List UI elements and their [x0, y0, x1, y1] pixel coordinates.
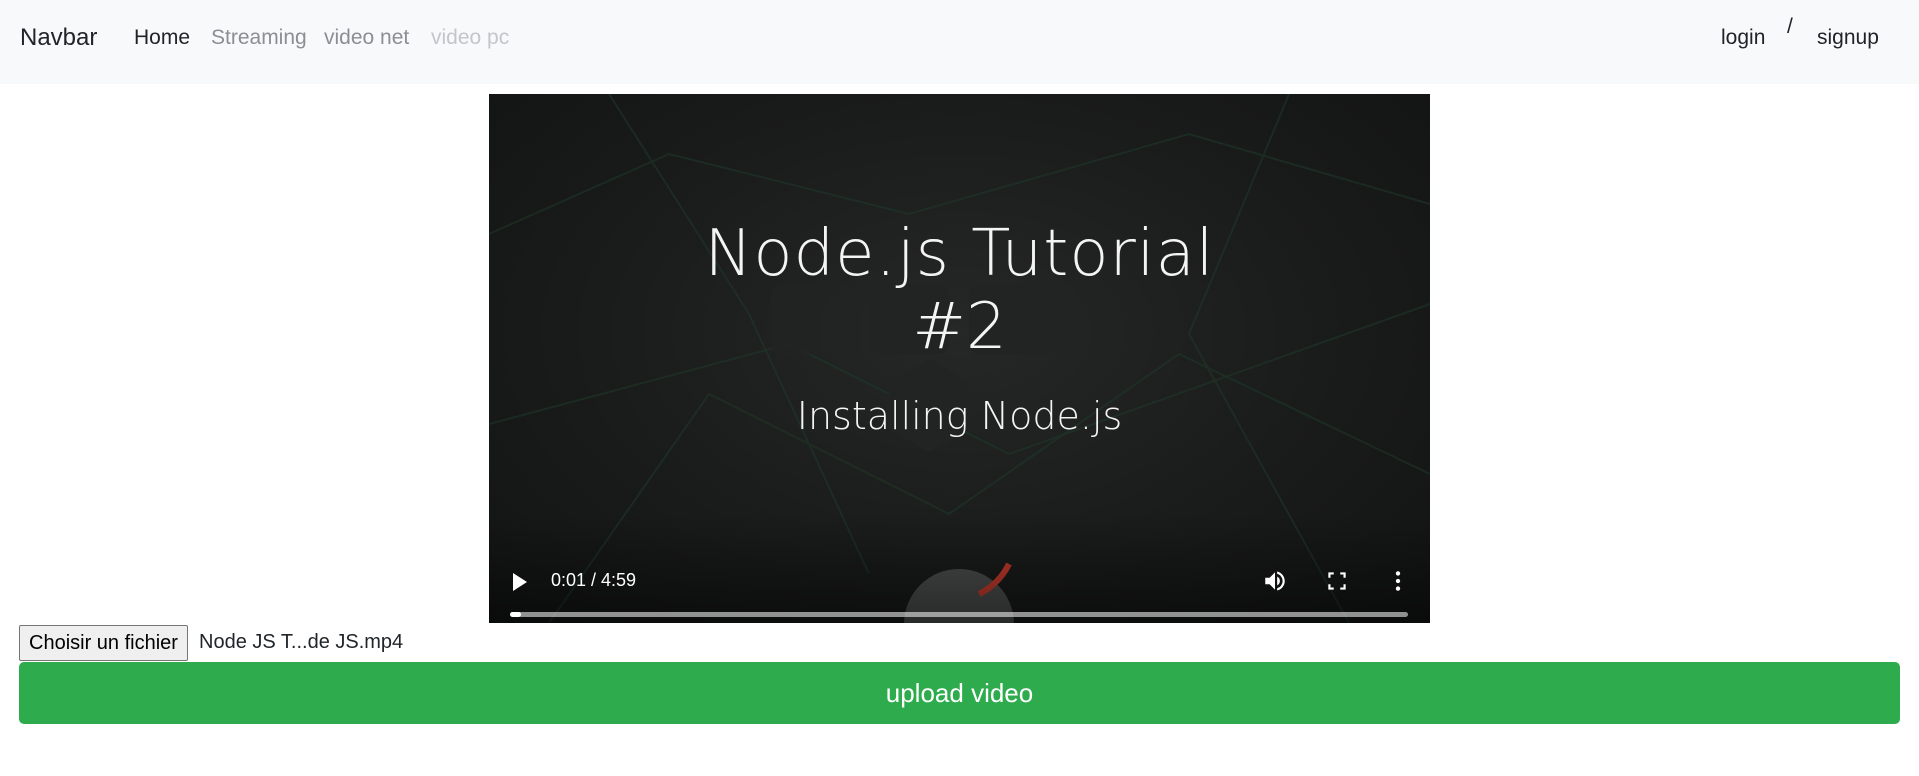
video-progress-bar[interactable] — [510, 612, 1408, 617]
video-player[interactable]: Node.js Tutorial #2 Installing Node.js 0… — [489, 94, 1430, 623]
volume-icon[interactable] — [1262, 568, 1288, 594]
nav-link-video-pc: video pc — [431, 26, 510, 49]
video-subtitle: Installing Node.js — [796, 394, 1123, 438]
time-display: 0:01 / 4:59 — [551, 570, 637, 590]
video-title-line2: #2 — [912, 290, 1007, 364]
login-link[interactable]: login — [1721, 26, 1765, 50]
nav-separator: / — [1787, 15, 1793, 38]
fullscreen-icon[interactable] — [1324, 568, 1350, 594]
nav-link-video-net[interactable]: video net — [324, 26, 409, 50]
video-progress-fill — [510, 612, 521, 617]
navbar: Navbar Home Streaming video net video pc… — [0, 0, 1919, 84]
nav-link-home[interactable]: Home — [134, 26, 190, 50]
selected-file-name: Node JS T...de JS.mp4 — [199, 631, 404, 653]
upload-video-button[interactable]: upload video — [19, 662, 1900, 724]
navbar-brand[interactable]: Navbar — [20, 24, 97, 52]
more-options-icon[interactable] — [1385, 568, 1411, 594]
video-controls: 0:01 / 4:59 — [489, 513, 1430, 623]
nav-link-streaming[interactable]: Streaming — [211, 26, 307, 50]
video-title-line1: Node.js Tutorial — [704, 217, 1215, 291]
signup-link[interactable]: signup — [1817, 26, 1879, 50]
play-icon[interactable] — [513, 573, 527, 591]
choose-file-button[interactable]: Choisir un fichier — [19, 625, 188, 661]
